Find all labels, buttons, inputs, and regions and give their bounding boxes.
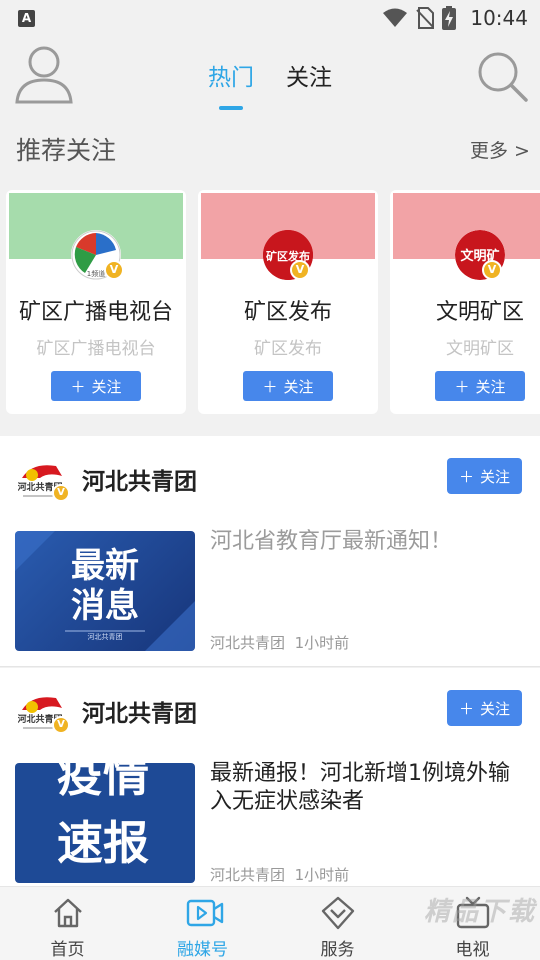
plus-icon: ＋ xyxy=(70,377,86,396)
card-subtitle: 文明矿区 xyxy=(446,339,514,359)
verified-badge-icon: V xyxy=(104,260,124,280)
clock: 10:44 xyxy=(470,6,528,30)
news-thumbnail[interactable]: 最新 消息 河北共青团 xyxy=(15,531,195,651)
recommend-card[interactable]: 1频道 V 矿区广播电视台 矿区广播电视台 ＋ 关注 xyxy=(6,190,186,414)
follow-button[interactable]: ＋ 关注 xyxy=(447,458,522,494)
tab-hot[interactable]: 热门 xyxy=(208,58,254,92)
nav-home[interactable]: 首页 xyxy=(0,887,135,960)
card-name: 文明矿区 xyxy=(435,300,524,325)
home-icon xyxy=(53,898,82,928)
news-meta: 河北共青团 1小时前 xyxy=(210,864,349,885)
tab-follow[interactable]: 关注 xyxy=(286,58,332,92)
video-icon xyxy=(186,899,223,927)
follow-button[interactable]: ＋ 关注 xyxy=(435,371,525,401)
follow-button[interactable]: ＋ 关注 xyxy=(243,371,333,401)
watermark: 精品下载 xyxy=(423,897,536,927)
more-link[interactable]: 更多 > xyxy=(470,136,530,163)
status-icons: 10:44 xyxy=(382,4,528,32)
publisher-name[interactable]: 河北共青团 xyxy=(82,694,197,728)
plus-icon: ＋ xyxy=(454,377,470,396)
news-thumbnail[interactable]: 疫情 速报 xyxy=(15,763,195,883)
app-notification-icon: A xyxy=(18,10,35,27)
search-icon[interactable] xyxy=(474,48,530,104)
card-logo-text: 1频道 xyxy=(87,269,105,278)
nav-media-label: 融媒号 xyxy=(177,940,228,960)
feed-divider xyxy=(0,666,540,667)
verified-badge-icon: V xyxy=(52,484,70,502)
card-subtitle: 矿区广播电视台 xyxy=(36,339,156,359)
verified-badge-icon: V xyxy=(52,716,70,734)
plus-icon: ＋ xyxy=(262,377,278,396)
thumbnail-caption: 河北共青团 xyxy=(88,632,123,641)
nav-service[interactable]: 服务 xyxy=(270,887,405,960)
follow-label: 关注 xyxy=(91,377,122,396)
news-source: 河北共青团 xyxy=(210,634,286,652)
battery-charging-icon xyxy=(442,6,457,30)
card-subtitle: 矿区发布 xyxy=(254,339,322,359)
no-sim-icon xyxy=(416,7,435,29)
plus-icon: ＋ xyxy=(458,699,474,718)
thumbnail-line-2: 消息 xyxy=(71,586,139,626)
recommend-card[interactable]: 文明矿 V 文明矿区 文明矿区 ＋ 关注 xyxy=(390,190,540,414)
recommend-title: 推荐关注 xyxy=(16,136,117,165)
card-name: 矿区广播电视台 xyxy=(18,300,173,325)
plus-icon: ＋ xyxy=(458,467,474,486)
publisher-name[interactable]: 河北共青团 xyxy=(82,462,197,496)
news-time: 1小时前 xyxy=(294,634,350,652)
news-meta: 河北共青团 1小时前 xyxy=(210,632,349,653)
wifi-icon xyxy=(383,8,408,27)
feed-item[interactable]: 河北共青团 V 河北共青团 ＋ 关注 最新 消息 河北共青团 河北省教育厅最新通… xyxy=(0,436,540,667)
publisher-logo[interactable]: 河北共青团 V xyxy=(17,686,70,736)
news-headline[interactable]: 河北省教育厅最新通知！ xyxy=(210,528,524,556)
news-source: 河北共青团 xyxy=(210,866,286,884)
thumbnail-line-1: 疫情 xyxy=(57,763,149,802)
nav-service-label: 服务 xyxy=(320,940,355,960)
card-name: 矿区发布 xyxy=(243,300,332,325)
verified-badge-icon: V xyxy=(290,260,310,280)
service-icon xyxy=(321,896,354,930)
status-bar: A 10:44 xyxy=(0,0,540,36)
follow-label: 关注 xyxy=(283,377,314,396)
user-avatar-icon[interactable] xyxy=(14,42,74,104)
top-bar: 热门 关注 xyxy=(0,36,540,114)
follow-button[interactable]: ＋ 关注 xyxy=(51,371,141,401)
news-thumbnail-art: 疫情 速报 xyxy=(57,763,149,870)
feed-item[interactable]: 河北共青团 V 河北共青团 ＋ 关注 疫情 速报 最新通报！河北新增1例境外输入… xyxy=(0,668,540,886)
publisher-logo[interactable]: 河北共青团 V xyxy=(17,454,70,504)
verified-badge-icon: V xyxy=(482,260,502,280)
thumbnail-line-1: 最新 xyxy=(71,546,139,586)
follow-button[interactable]: ＋ 关注 xyxy=(447,690,522,726)
news-thumbnail-art: 最新 消息 河北共青团 xyxy=(15,531,195,651)
nav-media[interactable]: 融媒号 xyxy=(135,887,270,960)
news-headline[interactable]: 最新通报！河北新增1例境外输入无症状感染者 xyxy=(210,760,524,816)
bottom-nav: 首页 融媒号 服务 电视 精品下载 xyxy=(0,886,540,960)
nav-tv-label: 电视 xyxy=(455,940,490,960)
thumbnail-line-2: 速报 xyxy=(57,816,149,870)
follow-label: 关注 xyxy=(480,699,511,718)
follow-label: 关注 xyxy=(475,377,506,396)
nav-home-label: 首页 xyxy=(50,940,85,960)
recommend-carousel[interactable]: 1频道 V 矿区广播电视台 矿区广播电视台 ＋ 关注 矿区发布 V 矿区发布 矿… xyxy=(0,190,540,416)
news-time: 1小时前 xyxy=(294,866,350,884)
active-tab-indicator xyxy=(219,106,243,110)
follow-label: 关注 xyxy=(480,467,511,486)
recommend-card[interactable]: 矿区发布 V 矿区发布 矿区发布 ＋ 关注 xyxy=(198,190,378,414)
